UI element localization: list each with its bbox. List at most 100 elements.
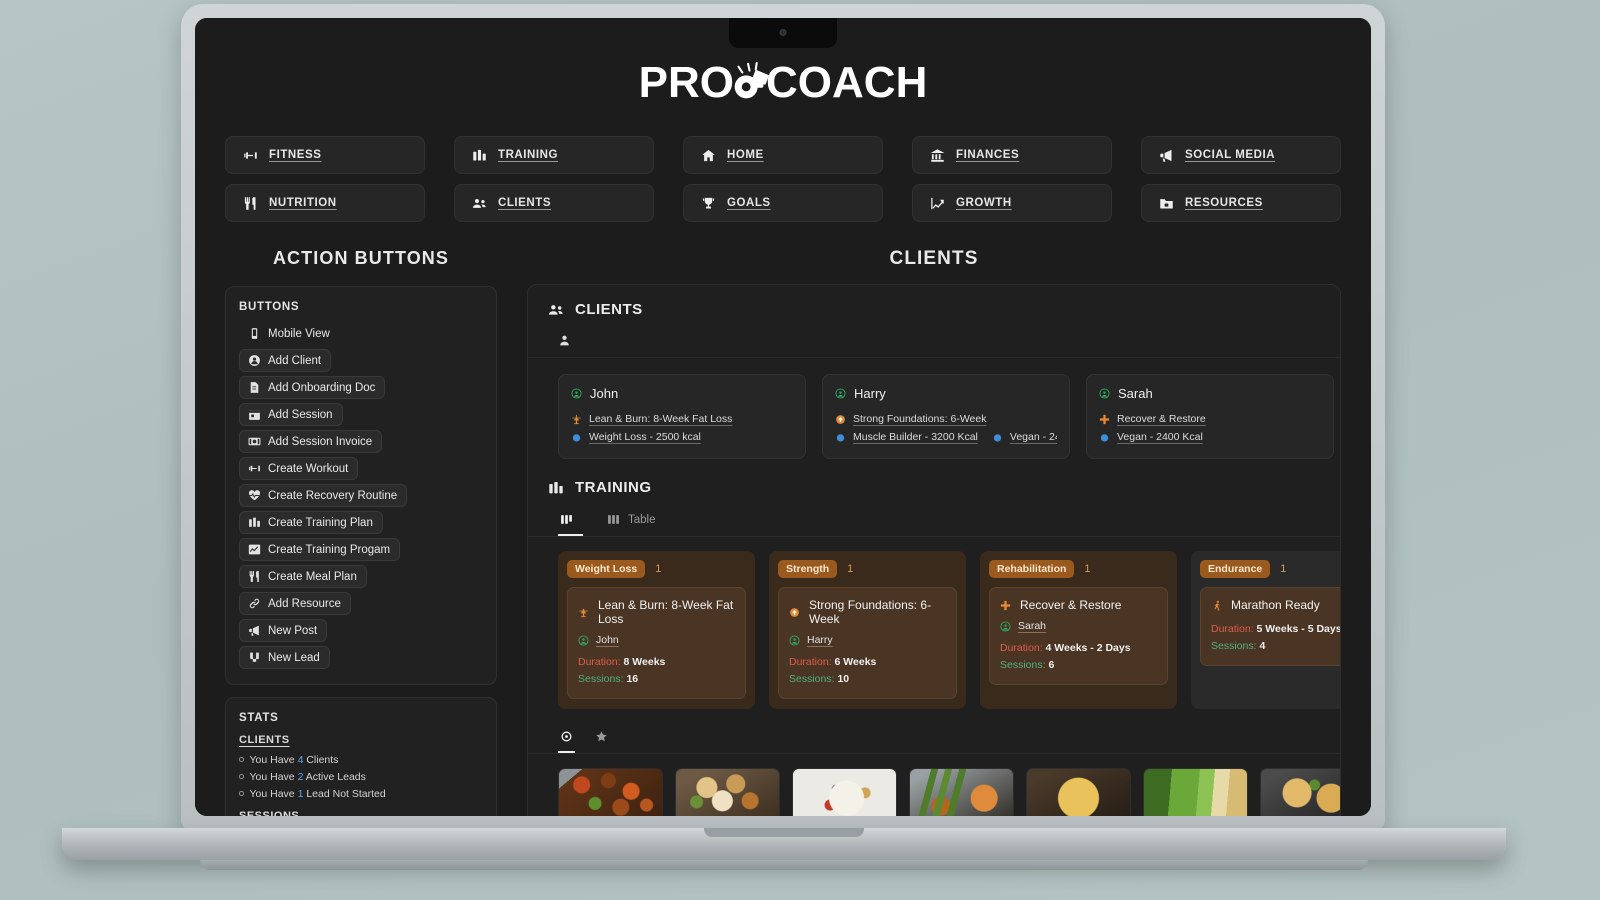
- heart-pulse-icon: [248, 489, 261, 502]
- nav-label: GOALS: [727, 197, 771, 209]
- training-kanban-board[interactable]: Weight Loss 1 Lean & Burn: 8-Week Fat Lo…: [528, 537, 1340, 709]
- client-card-john[interactable]: John Lean & Burn: 8-Week Fat Loss Weight…: [558, 374, 806, 459]
- laptop-foot: [200, 860, 1368, 870]
- person-icon: [558, 334, 571, 347]
- button-label: Create Recovery Routine: [268, 489, 398, 502]
- training-card-sessions: Sessions: 10: [789, 670, 946, 687]
- laptop-base: [62, 828, 1506, 860]
- add-client-button[interactable]: Add Client: [239, 349, 332, 372]
- duration-label: Duration:: [1211, 622, 1254, 635]
- kanban-column-rehabilitation: Rehabilitation 1 Recover & Restore Sarah…: [980, 551, 1177, 709]
- tab-meals-favourites[interactable]: [593, 723, 610, 753]
- create-recovery-routine-button[interactable]: Create Recovery Routine: [239, 484, 408, 507]
- logo-text-coach: COACH: [766, 58, 928, 107]
- new-post-button[interactable]: New Post: [239, 619, 328, 642]
- training-card-client: Harry: [807, 634, 833, 646]
- user-circle-icon: [835, 388, 846, 399]
- nav-item-finances[interactable]: FINANCES: [912, 136, 1112, 174]
- cutlery-icon: [243, 196, 258, 211]
- tab-meals-all[interactable]: [558, 723, 575, 753]
- client-program: Lean & Burn: 8-Week Fat Loss: [589, 413, 733, 425]
- meal-card-healthy-green-smoothie[interactable]: Healthy Green Smoothie Drink Calories: 3…: [1143, 768, 1248, 816]
- button-label: Add Resource: [268, 597, 341, 610]
- meal-card-veggie-omelette[interactable]: Veggie Omelette Breakfast Calories: 242 …: [1026, 768, 1131, 816]
- stats-group-label-sessions: SESSIONS: [239, 810, 300, 816]
- user-circle-icon: [1000, 620, 1011, 632]
- duration-label: Duration:: [578, 655, 621, 668]
- nav-label: NUTRITION: [269, 197, 337, 209]
- column-chip: Rehabilitation: [989, 560, 1075, 578]
- sessions-label: Sessions:: [1000, 658, 1046, 671]
- training-card[interactable]: Marathon Ready Duration: 5 Weeks - 5 Day…: [1200, 587, 1340, 666]
- client-program-row: Lean & Burn: 8-Week Fat Loss: [571, 410, 793, 428]
- stats-panel: STATS CLIENTS You Have 4 Clients You Hav…: [225, 697, 497, 816]
- nav-item-nutrition[interactable]: NUTRITION: [225, 184, 425, 222]
- training-card[interactable]: Lean & Burn: 8-Week Fat Loss John Durati…: [567, 587, 746, 699]
- kanban-column-endurance: Endurance 1 Marathon Ready Duration: 5 W…: [1191, 551, 1340, 709]
- home-icon: [701, 148, 716, 163]
- clients-group-row[interactable]: [528, 328, 1340, 358]
- training-card-title-row: Recover & Restore: [1000, 598, 1157, 612]
- section-title: CLIENTS: [575, 301, 643, 318]
- stat-row: You Have 2 Active Leads: [239, 768, 483, 785]
- create-workout-button[interactable]: Create Workout: [239, 457, 359, 480]
- laptop-screen: PRO COACH FITNESS TRAINING HOME FINANCES…: [195, 18, 1371, 816]
- create-training-program-button[interactable]: Create Training Progam: [239, 538, 401, 561]
- create-training-plan-button[interactable]: Create Training Plan: [239, 511, 383, 534]
- client-card-sarah[interactable]: Sarah Recover & Restore Vegan - 2400 Kca…: [1086, 374, 1334, 459]
- nav-item-home[interactable]: HOME: [683, 136, 883, 174]
- kanban-column-header: Rehabilitation 1: [989, 560, 1168, 578]
- create-meal-plan-button[interactable]: Create Meal Plan: [239, 565, 367, 588]
- nav-item-goals[interactable]: GOALS: [683, 184, 883, 222]
- screenshot-stage: PRO COACH FITNESS TRAINING HOME FINANCES…: [0, 0, 1600, 900]
- new-lead-button[interactable]: New Lead: [239, 646, 330, 669]
- nav-item-fitness[interactable]: FITNESS: [225, 136, 425, 174]
- tab-table-view[interactable]: Table: [605, 506, 658, 536]
- button-label: New Lead: [268, 651, 320, 664]
- client-card-harry[interactable]: Harry Strong Foundations: 6-Week Muscle …: [822, 374, 1070, 459]
- stats-group-label-clients: CLIENTS: [239, 734, 290, 746]
- add-session-invoice-button[interactable]: Add Session Invoice: [239, 430, 383, 453]
- user-circle-icon: [248, 354, 261, 367]
- training-card-title-row: Strong Foundations: 6-Week: [789, 598, 946, 626]
- stat-text-pre: You Have: [249, 770, 298, 783]
- buttons-panel-heading: BUTTONS: [239, 301, 300, 313]
- dumbbell-icon: [243, 148, 258, 163]
- nav-item-growth[interactable]: GROWTH: [912, 184, 1112, 222]
- add-onboarding-doc-button[interactable]: Add Onboarding Doc: [239, 376, 386, 399]
- add-resource-button[interactable]: Add Resource: [239, 592, 351, 615]
- training-card[interactable]: Recover & Restore Sarah Duration: 4 Week…: [989, 587, 1168, 685]
- tab-board-view[interactable]: [558, 506, 583, 536]
- training-card-title: Recover & Restore: [1020, 598, 1122, 612]
- sessions-label: Sessions:: [789, 672, 835, 685]
- mobile-view-button[interactable]: Mobile View: [239, 322, 340, 345]
- line-chart-icon: [248, 543, 261, 556]
- nav-label: CLIENTS: [498, 197, 552, 209]
- meal-card-greek-yogurt[interactable]: Greek Yogurt with Berries and Nuts Snack…: [792, 768, 897, 816]
- duration-value: 8 Weeks: [623, 655, 666, 668]
- clients-main-card: CLIENTS John Lean & Burn: 8-Week Fat Los…: [527, 284, 1341, 816]
- nav-item-training[interactable]: TRAINING: [454, 136, 654, 174]
- training-card-title-row: Marathon Ready: [1211, 598, 1340, 612]
- calendar-icon: [248, 408, 261, 421]
- stat-text-post: Lead Not Started: [303, 787, 386, 800]
- nav-item-social-media[interactable]: SOCIAL MEDIA: [1141, 136, 1341, 174]
- meal-card-baked-salmon[interactable]: Baked Salmon with Asparagus Dinner Calor…: [909, 768, 1014, 816]
- nav-item-resources[interactable]: RESOURCES: [1141, 184, 1341, 222]
- arrow-up-circle-icon: [789, 607, 800, 618]
- meal-card-vegetable-stir-fry[interactable]: Vegetable Stir-Fry with Tofu Dinner Calo…: [558, 768, 663, 816]
- kanban-column-header: Endurance 1: [1200, 560, 1340, 578]
- meal-card-breakfast-wrap[interactable]: Breakfast Wrap Breakfast Calories: 429 K…: [1260, 768, 1340, 816]
- client-name-row: Harry: [835, 386, 1057, 401]
- apple-icon: [571, 432, 582, 443]
- training-card[interactable]: Strong Foundations: 6-Week Harry Duratio…: [778, 587, 957, 699]
- nav-item-clients[interactable]: CLIENTS: [454, 184, 654, 222]
- button-label: Add Onboarding Doc: [268, 381, 376, 394]
- meal-card-list[interactable]: Vegetable Stir-Fry with Tofu Dinner Calo…: [528, 754, 1340, 816]
- client-name-row: Sarah: [1099, 386, 1321, 401]
- meal-photo: [1027, 769, 1130, 816]
- add-session-button[interactable]: Add Session: [239, 403, 343, 426]
- meal-card-grilled-chicken-quinoa[interactable]: Grilled Chicken and Quinoa Salad Lunch C…: [675, 768, 780, 816]
- client-card-list[interactable]: John Lean & Burn: 8-Week Fat Loss Weight…: [528, 358, 1340, 465]
- training-card-title: Marathon Ready: [1231, 598, 1320, 612]
